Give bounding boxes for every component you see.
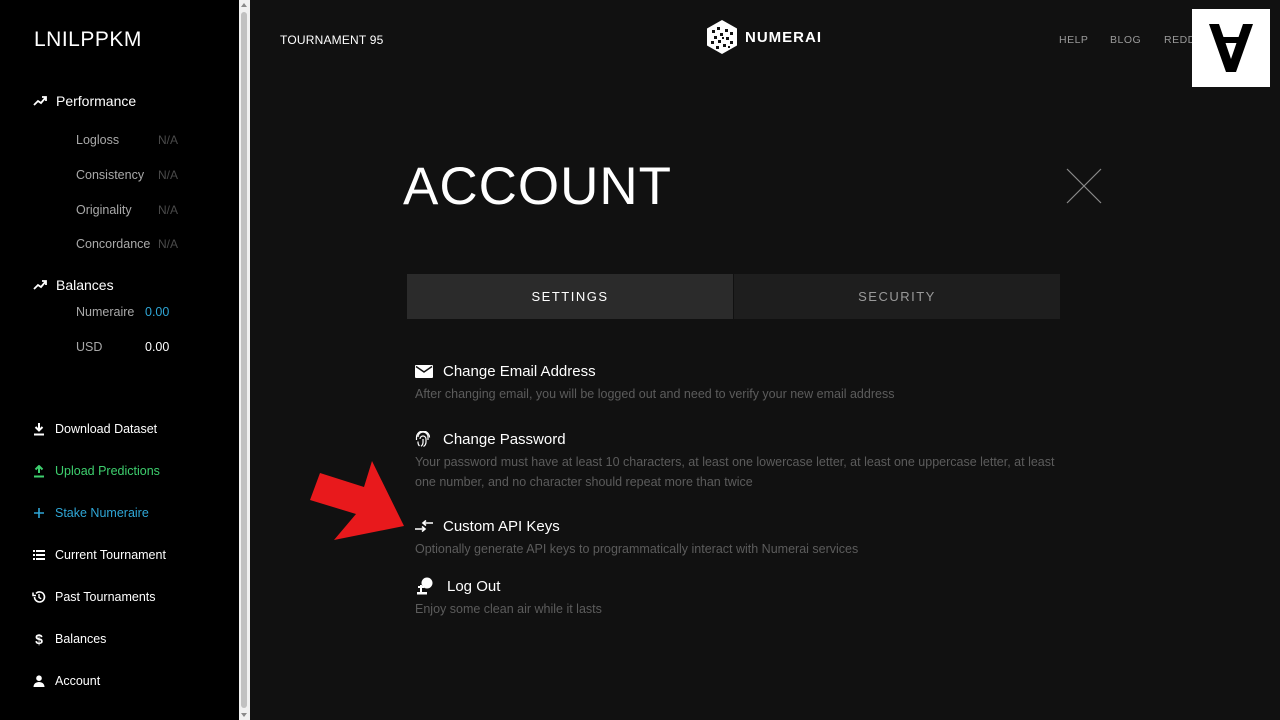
scroll-up-icon[interactable] (241, 3, 247, 7)
history-icon (32, 590, 46, 604)
envelope-icon (415, 362, 435, 380)
metric-value: N/A (158, 203, 179, 217)
tournament-label[interactable]: TOURNAMENT 95 (280, 33, 384, 47)
setting-title: Change Password (443, 430, 566, 448)
download-icon (32, 422, 46, 436)
metric-consistency: Consistency N/A (76, 168, 186, 186)
close-icon (1066, 168, 1102, 204)
balance-value: 0.00 (145, 340, 170, 354)
nav-label: Balances (55, 632, 107, 646)
list-icon (32, 548, 46, 562)
dollar-icon: $ (35, 631, 43, 647)
setting-change-email[interactable]: Change Email Address After changing emai… (415, 360, 1055, 404)
person-icon (32, 674, 46, 688)
setting-description: Optionally generate API keys to programm… (415, 542, 859, 556)
scrollbar-thumb[interactable] (241, 12, 247, 708)
balance-usd: USD 0.00 (76, 340, 186, 358)
balance-label: USD (76, 340, 103, 354)
metric-label: Concordance (76, 237, 151, 251)
metric-logloss: Logloss N/A (76, 133, 186, 151)
balances-label: Balances (56, 277, 114, 293)
upload-icon (32, 464, 46, 478)
logout-icon (415, 577, 439, 595)
nav-download-dataset[interactable]: Download Dataset (32, 419, 157, 439)
balance-label: Numeraire (76, 305, 135, 319)
tab-security[interactable]: SECURITY (734, 274, 1060, 319)
setting-custom-api-keys[interactable]: Custom API Keys Optionally generate API … (415, 515, 1055, 559)
close-button[interactable] (1066, 168, 1102, 204)
sidebar: LNILPPKM Performance Logloss N/A Consist… (0, 0, 239, 720)
metric-concordance: Concordance N/A (76, 237, 186, 255)
nav-label: Current Tournament (55, 548, 166, 562)
reddit-link[interactable]: REDD (1164, 34, 1196, 46)
numerai-logo[interactable]: NUMERAI (705, 19, 822, 55)
nav-upload-predictions[interactable]: Upload Predictions (32, 461, 160, 481)
balance-value: 0.00 (145, 305, 170, 319)
setting-description: Your password must have at least 10 char… (415, 455, 1055, 489)
swap-arrows-icon (415, 517, 435, 535)
nav-past-tournaments[interactable]: Past Tournaments (32, 587, 156, 607)
brand-name: NUMERAI (745, 28, 822, 46)
setting-change-password[interactable]: Change Password Your password must have … (415, 428, 1055, 492)
metric-value: N/A (158, 168, 179, 182)
performance-label: Performance (56, 93, 137, 109)
page-title: ACCOUNT (403, 157, 673, 216)
channel-logo-watermark (1192, 9, 1270, 87)
setting-description: Enjoy some clean air while it lasts (415, 602, 602, 616)
metric-label: Originality (76, 203, 132, 217)
help-link[interactable]: HELP (1059, 34, 1088, 46)
nav-label: Upload Predictions (55, 464, 160, 478)
nav-label: Account (55, 674, 101, 688)
numerai-cube-icon (707, 20, 737, 54)
fingerprint-icon (415, 430, 435, 448)
setting-title: Change Email Address (443, 362, 596, 380)
setting-title: Log Out (447, 577, 501, 595)
nav-account[interactable]: Account (32, 671, 100, 691)
setting-log-out[interactable]: Log Out Enjoy some clean air while it la… (415, 575, 1055, 619)
metric-label: Logloss (76, 133, 120, 147)
trending-up-icon (33, 96, 47, 106)
scroll-down-icon[interactable] (241, 713, 247, 717)
nav-label: Past Tournaments (55, 590, 156, 604)
performance-header[interactable]: Performance (32, 91, 136, 111)
trending-up-icon (33, 280, 47, 290)
annotation-arrow-icon (310, 461, 404, 540)
nav-current-tournament[interactable]: Current Tournament (32, 545, 166, 565)
metric-value: N/A (158, 133, 179, 147)
username: LNILPPKM (34, 28, 142, 51)
setting-description: After changing email, you will be logged… (415, 387, 895, 401)
nav-label: Download Dataset (55, 422, 158, 436)
inverted-a-logo-icon (1209, 24, 1253, 72)
nav-label: Stake Numeraire (55, 506, 149, 520)
nav-balances[interactable]: $ Balances (32, 629, 106, 649)
metric-value: N/A (158, 237, 179, 251)
balance-numeraire: Numeraire 0.00 (76, 305, 186, 323)
metric-label: Consistency (76, 168, 145, 182)
sidebar-scrollbar[interactable] (239, 0, 250, 720)
blog-link[interactable]: BLOG (1110, 34, 1141, 46)
tab-settings[interactable]: SETTINGS (407, 274, 733, 319)
plus-icon (32, 506, 46, 520)
setting-title: Custom API Keys (443, 517, 560, 535)
metric-originality: Originality N/A (76, 203, 186, 221)
balances-header[interactable]: Balances (32, 275, 114, 295)
nav-stake-numeraire[interactable]: Stake Numeraire (32, 503, 149, 523)
